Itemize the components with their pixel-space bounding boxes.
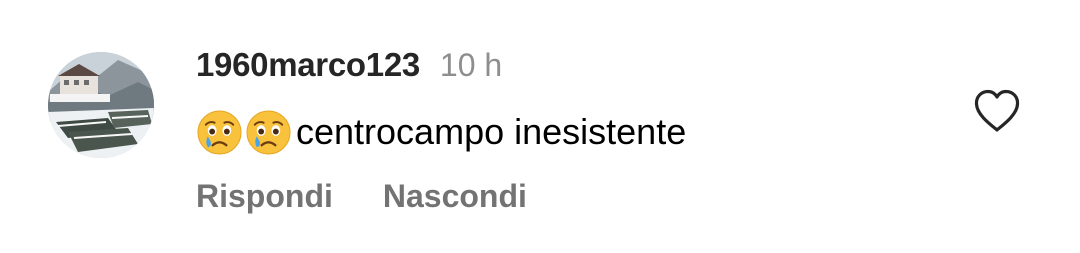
username[interactable]: 1960marco123 — [196, 46, 420, 84]
crying-face-icon — [197, 109, 242, 155]
comment-item: 1960marco123 10 h centrocampo inesistent… — [0, 0, 1080, 253]
like-button[interactable] — [972, 88, 1022, 134]
comment-header: 1960marco123 10 h — [196, 46, 502, 86]
emoji-group — [196, 109, 294, 156]
crying-face-icon — [246, 109, 291, 155]
heart-outline-icon — [974, 89, 1020, 132]
comment-body: centrocampo inesistente — [196, 108, 686, 156]
comment-text: centrocampo inesistente — [296, 111, 687, 152]
timestamp: 10 h — [439, 47, 503, 83]
avatar-snow-landscape-image — [48, 52, 154, 158]
comment-actions: Rispondi Nascondi — [196, 178, 527, 215]
avatar[interactable] — [48, 52, 154, 158]
hide-button[interactable]: Nascondi — [383, 178, 527, 215]
reply-button[interactable]: Rispondi — [196, 178, 333, 215]
